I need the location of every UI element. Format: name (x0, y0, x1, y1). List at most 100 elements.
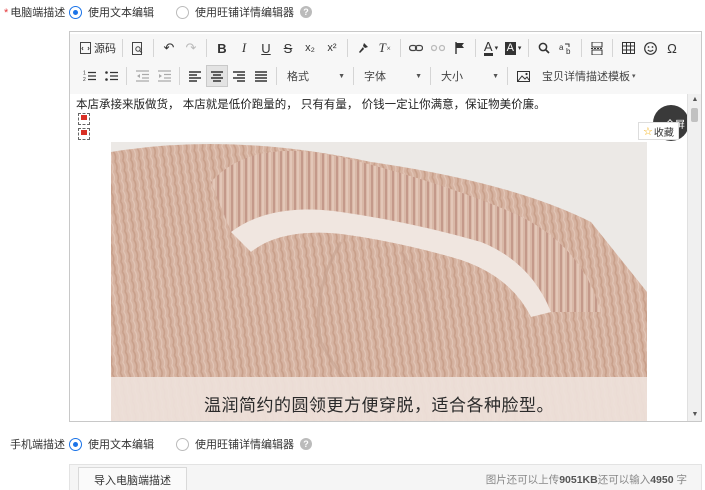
find-button[interactable] (533, 37, 555, 59)
scroll-down-icon[interactable]: ▼ (688, 409, 702, 421)
insert-image-button[interactable] (512, 65, 534, 87)
undo-icon: ↶ (163, 40, 175, 55)
toolbar-divider (475, 39, 476, 57)
chevron-down-icon: ▾ (632, 73, 636, 80)
superscript-button[interactable]: x² (321, 37, 343, 59)
scroll-thumb[interactable] (691, 108, 698, 122)
font-size-select[interactable]: 大小 ▼ (435, 65, 503, 87)
omega-icon: Ω (667, 40, 677, 56)
toolbar-divider (276, 67, 277, 85)
mobile-desc-label: 手机端描述 (10, 439, 65, 451)
strikethrough-icon: S (283, 40, 293, 56)
help-icon[interactable]: ? (300, 438, 312, 450)
toolbar-divider (153, 39, 154, 57)
align-left-button[interactable] (184, 65, 206, 87)
pc-radio-wangpu-editor[interactable]: 使用旺铺详情编辑器 (176, 4, 294, 20)
source-code-button[interactable]: 源码 (78, 37, 118, 59)
chevron-down-icon: ▾ (517, 45, 522, 52)
description-template-dropdown[interactable]: 宝贝详情描述模板 ▾ (534, 65, 640, 87)
mobile-radio-wangpu-editor[interactable]: 使用旺铺详情编辑器 (176, 436, 294, 452)
toolbar-divider (353, 67, 354, 85)
align-right-button[interactable] (228, 65, 250, 87)
ordered-list-button[interactable]: 12 (78, 65, 100, 87)
bold-button[interactable]: B (211, 37, 233, 59)
font-family-select[interactable]: 字体 ▼ (358, 65, 426, 87)
toolbar-divider (126, 67, 127, 85)
link-button[interactable] (405, 37, 427, 59)
broken-image-icon (78, 113, 90, 125)
strikethrough-button[interactable]: S (277, 37, 299, 59)
smiley-icon (643, 41, 657, 55)
required-mark: * (4, 7, 9, 19)
help-icon[interactable]: ? (300, 6, 312, 18)
format-painter-button[interactable] (352, 37, 374, 59)
align-center-button[interactable] (206, 65, 228, 87)
redo-button[interactable]: ↷ (180, 37, 202, 59)
toolbar-divider (528, 39, 529, 57)
align-center-icon (211, 70, 223, 82)
favorite-button[interactable]: ☆ 收藏 (638, 122, 679, 140)
pc-radio-text-editor[interactable]: 使用文本编辑 (69, 4, 154, 20)
brush-icon (359, 43, 368, 53)
indent-button[interactable] (153, 65, 175, 87)
photo-caption: 温润简约的圆领更方便穿脱，适合各种脸型。 (204, 396, 554, 415)
align-right-icon (233, 70, 245, 82)
toolbar-divider (206, 39, 207, 57)
radio-unchecked-icon (176, 5, 189, 19)
font-color-icon: A (483, 39, 493, 56)
mobile-desc-mode-group: 使用文本编辑 使用旺铺详情编辑器 ? (69, 436, 312, 452)
format-select[interactable]: 格式 ▼ (281, 65, 349, 87)
preview-button[interactable] (127, 37, 149, 59)
toolbar-row-1: 源码 ↶ ↷ B I U S x₂ x² T × A ▾ A ▾ a b Ω (70, 34, 701, 62)
quota-text: 图片还可以上传9051KB还可以输入4950 字 (485, 474, 687, 486)
align-justify-button[interactable] (250, 65, 272, 87)
undo-button[interactable]: ↶ (158, 37, 180, 59)
outdent-button[interactable] (131, 65, 153, 87)
svg-text:1: 1 (83, 71, 86, 77)
italic-button[interactable]: I (233, 37, 255, 59)
mobile-radio-text-editor[interactable]: 使用文本编辑 (69, 436, 154, 452)
rich-text-editor: 源码 ↶ ↷ B I U S x₂ x² T × A ▾ A ▾ a b Ω 1… (69, 31, 702, 422)
editor-toolbar: 源码 ↶ ↷ B I U S x₂ x² T × A ▾ A ▾ a b Ω 1… (70, 34, 701, 95)
search-icon (538, 42, 550, 54)
toolbar-divider (179, 67, 180, 85)
redo-icon: ↷ (185, 40, 197, 55)
chevron-down-icon: ▼ (492, 72, 499, 80)
emoticon-button[interactable] (639, 37, 661, 59)
import-pc-desc-button[interactable]: 导入电脑端描述 (78, 467, 187, 490)
editor-scrollbar[interactable]: ▲ ▼ (687, 94, 701, 421)
page-break-icon (591, 41, 603, 55)
subscript-button[interactable]: x₂ (299, 37, 321, 59)
preview-icon (132, 41, 143, 55)
bulleted-list-button[interactable] (100, 65, 122, 87)
link-icon (409, 44, 423, 52)
toolbar-divider (400, 39, 401, 57)
underline-icon: U (261, 40, 271, 56)
radio-checked-icon (69, 437, 82, 451)
toolbar-divider (347, 39, 348, 57)
background-color-button[interactable]: A ▾ (502, 37, 524, 59)
outdent-icon (135, 70, 149, 82)
special-char-button[interactable]: Ω (661, 37, 683, 59)
unlink-button[interactable] (427, 37, 449, 59)
radio-checked-icon (69, 5, 82, 19)
source-icon (80, 42, 91, 54)
clear-format-button[interactable]: T × (374, 37, 396, 59)
mobile-editor-header: 导入电脑端描述 图片还可以上传9051KB还可以输入4950 字 (69, 464, 702, 490)
toolbar-divider (612, 39, 613, 57)
replace-button[interactable]: ab (555, 37, 577, 59)
intro-text: 本店承接来版做货， 本店就是低价跑量的， 只有有量， 价钱一定让你满意，保证物美… (76, 99, 546, 111)
toolbar-divider (430, 67, 431, 85)
anchor-button[interactable] (449, 37, 471, 59)
scroll-up-icon[interactable]: ▲ (688, 94, 702, 106)
table-button[interactable] (617, 37, 639, 59)
clear-format-icon: T (378, 40, 386, 55)
toolbar-divider (581, 39, 582, 57)
page-break-button[interactable] (586, 37, 608, 59)
subscript-icon: x₂ (305, 42, 315, 54)
font-color-button[interactable]: A ▾ (480, 37, 502, 59)
underline-button[interactable]: U (255, 37, 277, 59)
align-left-icon (189, 70, 201, 82)
editor-content-area[interactable]: 本店承接来版做货， 本店就是低价跑量的， 只有有量， 价钱一定让你满意，保证物美… (70, 94, 688, 421)
chevron-down-icon: ▼ (338, 72, 345, 80)
